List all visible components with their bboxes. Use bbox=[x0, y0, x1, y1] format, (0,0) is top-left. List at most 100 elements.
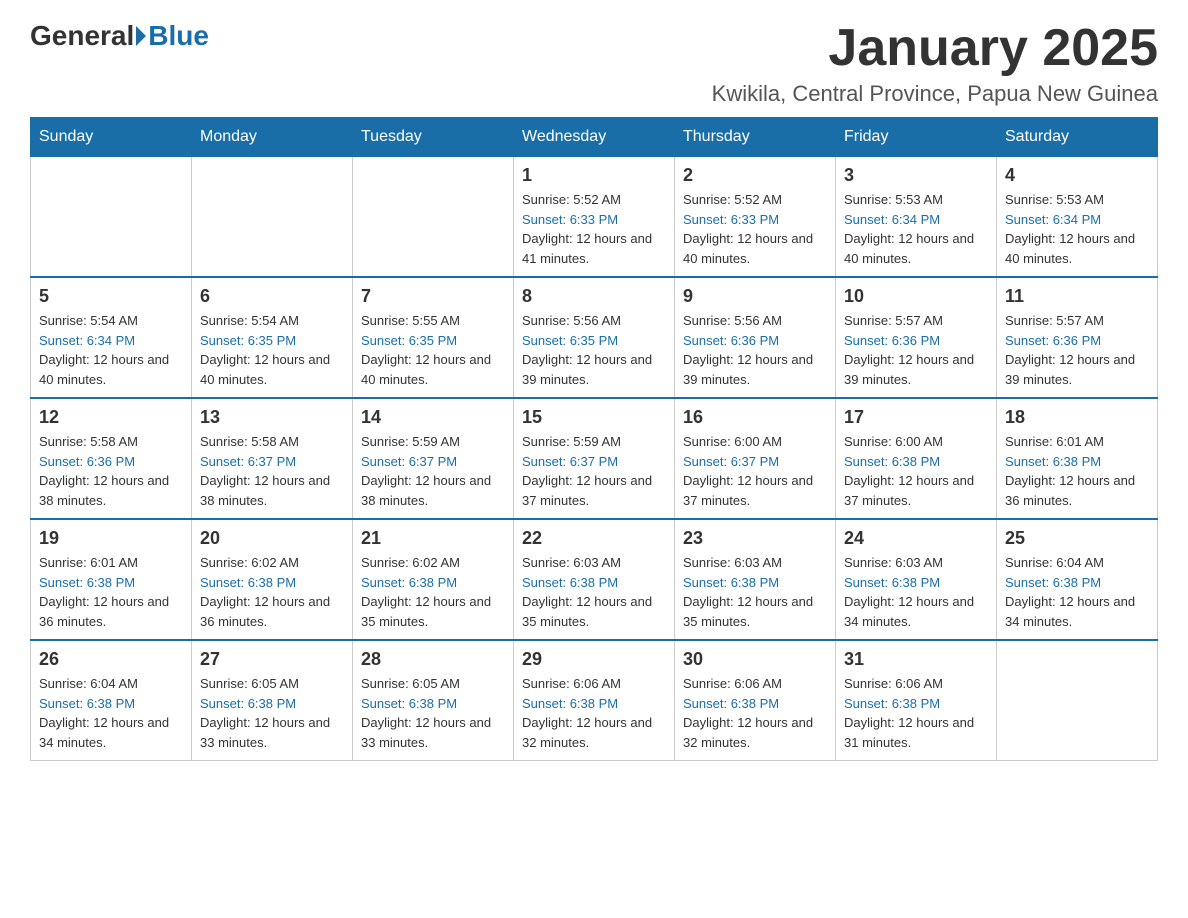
sunset-text: Sunset: 6:36 PM bbox=[39, 454, 135, 469]
sunrise-text: Sunrise: 5:59 AM bbox=[361, 434, 460, 449]
day-info: Sunrise: 6:03 AMSunset: 6:38 PMDaylight:… bbox=[844, 553, 988, 631]
table-row: 4Sunrise: 5:53 AMSunset: 6:34 PMDaylight… bbox=[997, 157, 1158, 278]
col-wednesday: Wednesday bbox=[514, 118, 675, 157]
daylight-text: Daylight: 12 hours and 32 minutes. bbox=[522, 715, 652, 750]
day-number: 6 bbox=[200, 286, 344, 307]
sunset-text: Sunset: 6:38 PM bbox=[361, 575, 457, 590]
sunset-text: Sunset: 6:37 PM bbox=[683, 454, 779, 469]
sunset-text: Sunset: 6:38 PM bbox=[844, 696, 940, 711]
day-number: 18 bbox=[1005, 407, 1149, 428]
sunrise-text: Sunrise: 6:05 AM bbox=[361, 676, 460, 691]
table-row: 24 Sunrise: 6:03 AMSunset: 6:38 PMDayligh… bbox=[836, 519, 997, 640]
table-row: 16 Sunrise: 6:00 AMSunset: 6:37 PMDayligh… bbox=[675, 398, 836, 519]
calendar-week-row: 19Sunrise: 6:01 AMSunset: 6:38 PMDayligh… bbox=[31, 519, 1158, 640]
daylight-text: Daylight: 12 hours and 39 minutes. bbox=[844, 352, 974, 387]
day-number: 4 bbox=[1005, 165, 1149, 186]
sunset-text: Sunset: 6:38 PM bbox=[200, 696, 296, 711]
day-number: 20 bbox=[200, 528, 344, 549]
table-row: 25Sunrise: 6:04 AMSunset: 6:38 PMDayligh… bbox=[997, 519, 1158, 640]
calendar-header-row: Sunday Monday Tuesday Wednesday Thursday… bbox=[31, 118, 1158, 157]
table-row: 14Sunrise: 5:59 AMSunset: 6:37 PMDayligh… bbox=[353, 398, 514, 519]
table-row: 5 Sunrise: 5:54 AMSunset: 6:34 PMDaylight… bbox=[31, 277, 192, 398]
day-info: Sunrise: 6:04 AMSunset: 6:38 PMDaylight:… bbox=[1005, 553, 1149, 631]
day-info: Sunrise: 5:58 AMSunset: 6:36 PMDaylight:… bbox=[39, 432, 183, 510]
sunset-text: Sunset: 6:37 PM bbox=[522, 454, 618, 469]
day-info: Sunrise: 6:02 AMSunset: 6:38 PMDaylight:… bbox=[200, 553, 344, 631]
daylight-text: Daylight: 12 hours and 31 minutes. bbox=[844, 715, 974, 750]
calendar-week-row: 5 Sunrise: 5:54 AMSunset: 6:34 PMDaylight… bbox=[31, 277, 1158, 398]
sunrise-text: Sunrise: 5:57 AM bbox=[1005, 313, 1104, 328]
table-row: 15Sunrise: 5:59 AMSunset: 6:37 PMDayligh… bbox=[514, 398, 675, 519]
table-row bbox=[997, 640, 1158, 761]
sunset-text: Sunset: 6:38 PM bbox=[683, 575, 779, 590]
table-row: 11Sunrise: 5:57 AMSunset: 6:36 PMDayligh… bbox=[997, 277, 1158, 398]
table-row: 18 Sunrise: 6:01 AMSunset: 6:38 PMDayligh… bbox=[997, 398, 1158, 519]
day-number: 23 bbox=[683, 528, 827, 549]
sunrise-text: Sunrise: 6:03 AM bbox=[683, 555, 782, 570]
sunrise-text: Sunrise: 6:06 AM bbox=[844, 676, 943, 691]
sunrise-text: Sunrise: 5:58 AM bbox=[200, 434, 299, 449]
logo-general-text: General bbox=[30, 20, 134, 52]
table-row: 21Sunrise: 6:02 AMSunset: 6:38 PMDayligh… bbox=[353, 519, 514, 640]
day-number: 5 bbox=[39, 286, 183, 307]
calendar-week-row: 12Sunrise: 5:58 AMSunset: 6:36 PMDayligh… bbox=[31, 398, 1158, 519]
daylight-text: Daylight: 12 hours and 40 minutes. bbox=[844, 231, 974, 266]
sunrise-text: Sunrise: 5:52 AM bbox=[683, 192, 782, 207]
daylight-text: Daylight: 12 hours and 36 minutes. bbox=[200, 594, 330, 629]
sunrise-text: Sunrise: 6:05 AM bbox=[200, 676, 299, 691]
sunset-text: Sunset: 6:38 PM bbox=[522, 696, 618, 711]
day-number: 24 bbox=[844, 528, 988, 549]
sunset-text: Sunset: 6:35 PM bbox=[361, 333, 457, 348]
sunset-text: Sunset: 6:35 PM bbox=[522, 333, 618, 348]
sunrise-text: Sunrise: 5:59 AM bbox=[522, 434, 621, 449]
sunset-text: Sunset: 6:38 PM bbox=[200, 575, 296, 590]
daylight-text: Daylight: 12 hours and 39 minutes. bbox=[1005, 352, 1135, 387]
daylight-text: Daylight: 12 hours and 38 minutes. bbox=[200, 473, 330, 508]
col-saturday: Saturday bbox=[997, 118, 1158, 157]
table-row: 8Sunrise: 5:56 AMSunset: 6:35 PMDaylight… bbox=[514, 277, 675, 398]
table-row bbox=[192, 157, 353, 278]
daylight-text: Daylight: 12 hours and 40 minutes. bbox=[200, 352, 330, 387]
daylight-text: Daylight: 12 hours and 40 minutes. bbox=[1005, 231, 1135, 266]
location-title: Kwikila, Central Province, Papua New Gui… bbox=[712, 81, 1158, 107]
logo-arrow-icon bbox=[136, 26, 146, 46]
table-row: 29Sunrise: 6:06 AMSunset: 6:38 PMDayligh… bbox=[514, 640, 675, 761]
table-row: 1Sunrise: 5:52 AMSunset: 6:33 PMDaylight… bbox=[514, 157, 675, 278]
sunset-text: Sunset: 6:35 PM bbox=[200, 333, 296, 348]
day-info: Sunrise: 6:06 AM Sunset: 6:38 PM Daylight:… bbox=[844, 674, 988, 752]
day-info: Sunrise: 5:52 AMSunset: 6:33 PMDaylight:… bbox=[683, 190, 827, 268]
day-info: Sunrise: 5:53 AMSunset: 6:34 PMDaylight:… bbox=[844, 190, 988, 268]
day-info: Sunrise: 6:00 AMSunset: 6:38 PMDaylight:… bbox=[844, 432, 988, 510]
day-info: Sunrise: 5:57 AMSunset: 6:36 PMDaylight:… bbox=[844, 311, 988, 389]
table-row: 28Sunrise: 6:05 AMSunset: 6:38 PMDayligh… bbox=[353, 640, 514, 761]
day-number: 7 bbox=[361, 286, 505, 307]
sunset-text: Sunset: 6:37 PM bbox=[361, 454, 457, 469]
day-info: Sunrise: 6:05 AMSunset: 6:38 PMDaylight:… bbox=[361, 674, 505, 752]
sunset-text: Sunset: 6:36 PM bbox=[844, 333, 940, 348]
day-info: Sunrise: 6:00 AMSunset: 6:37 PMDaylight:… bbox=[683, 432, 827, 510]
daylight-text: Daylight: 12 hours and 34 minutes. bbox=[1005, 594, 1135, 629]
day-number: 13 bbox=[200, 407, 344, 428]
sunrise-text: Sunrise: 6:06 AM bbox=[683, 676, 782, 691]
table-row bbox=[353, 157, 514, 278]
sunset-text: Sunset: 6:38 PM bbox=[522, 575, 618, 590]
day-info: Sunrise: 5:52 AMSunset: 6:33 PMDaylight:… bbox=[522, 190, 666, 268]
table-row: 9Sunrise: 5:56 AMSunset: 6:36 PMDaylight… bbox=[675, 277, 836, 398]
sunrise-text: Sunrise: 5:56 AM bbox=[522, 313, 621, 328]
daylight-text: Daylight: 12 hours and 35 minutes. bbox=[683, 594, 813, 629]
sunrise-text: Sunrise: 6:03 AM bbox=[522, 555, 621, 570]
daylight-text: Daylight: 12 hours and 38 minutes. bbox=[39, 473, 169, 508]
daylight-text: Daylight: 12 hours and 36 minutes. bbox=[1005, 473, 1135, 508]
sunset-text: Sunset: 6:36 PM bbox=[1005, 333, 1101, 348]
sunset-text: Sunset: 6:37 PM bbox=[200, 454, 296, 469]
title-section: January 2025 Kwikila, Central Province, … bbox=[712, 20, 1158, 107]
sunrise-text: Sunrise: 6:00 AM bbox=[844, 434, 943, 449]
day-number: 2 bbox=[683, 165, 827, 186]
day-info: Sunrise: 6:01 AMSunset: 6:38 PMDaylight:… bbox=[1005, 432, 1149, 510]
day-number: 16 bbox=[683, 407, 827, 428]
day-info: Sunrise: 6:05 AMSunset: 6:38 PMDaylight:… bbox=[200, 674, 344, 752]
daylight-text: Daylight: 12 hours and 37 minutes. bbox=[844, 473, 974, 508]
day-info: Sunrise: 5:54 AMSunset: 6:34 PMDaylight:… bbox=[39, 311, 183, 389]
sunrise-text: Sunrise: 6:06 AM bbox=[522, 676, 621, 691]
day-number: 22 bbox=[522, 528, 666, 549]
